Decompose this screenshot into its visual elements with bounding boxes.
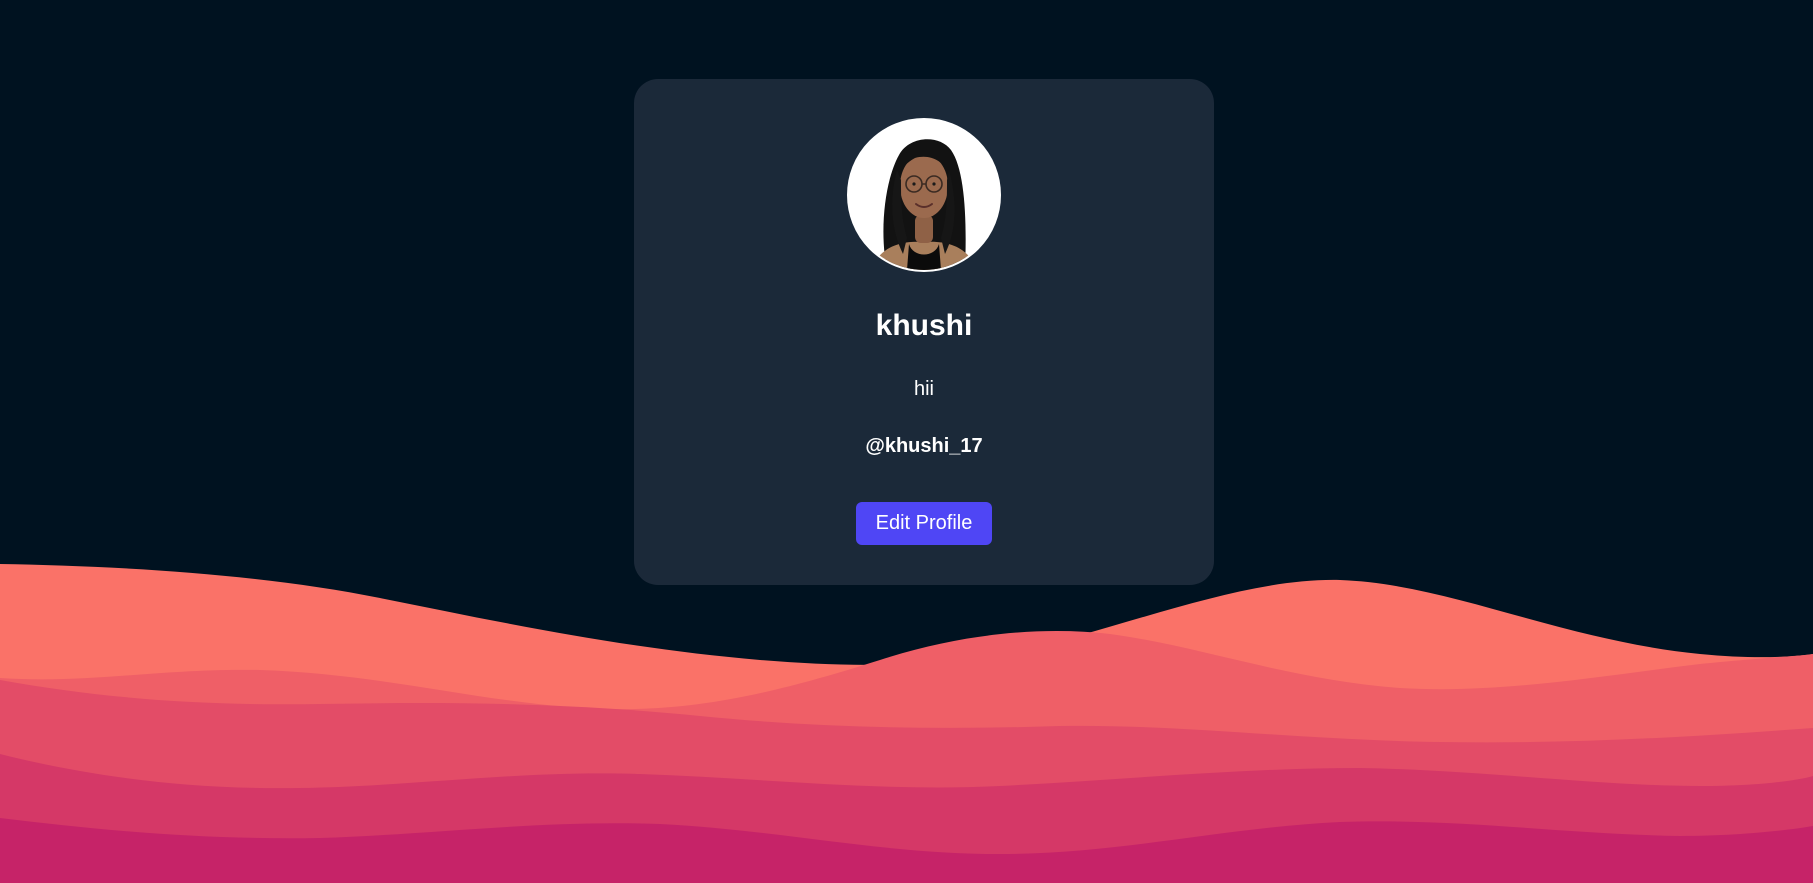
profile-name: khushi	[875, 309, 973, 342]
profile-bio: hii	[913, 378, 934, 400]
avatar-photo	[849, 120, 999, 270]
profile-handle: @khushi_17	[865, 435, 983, 457]
avatar	[847, 118, 1001, 272]
profile-card: khushi hii @khushi_17 Edit Profile	[634, 79, 1214, 585]
edit-profile-button[interactable]: Edit Profile	[856, 502, 992, 545]
profile-page: khushi hii @khushi_17 Edit Profile	[0, 0, 1813, 883]
